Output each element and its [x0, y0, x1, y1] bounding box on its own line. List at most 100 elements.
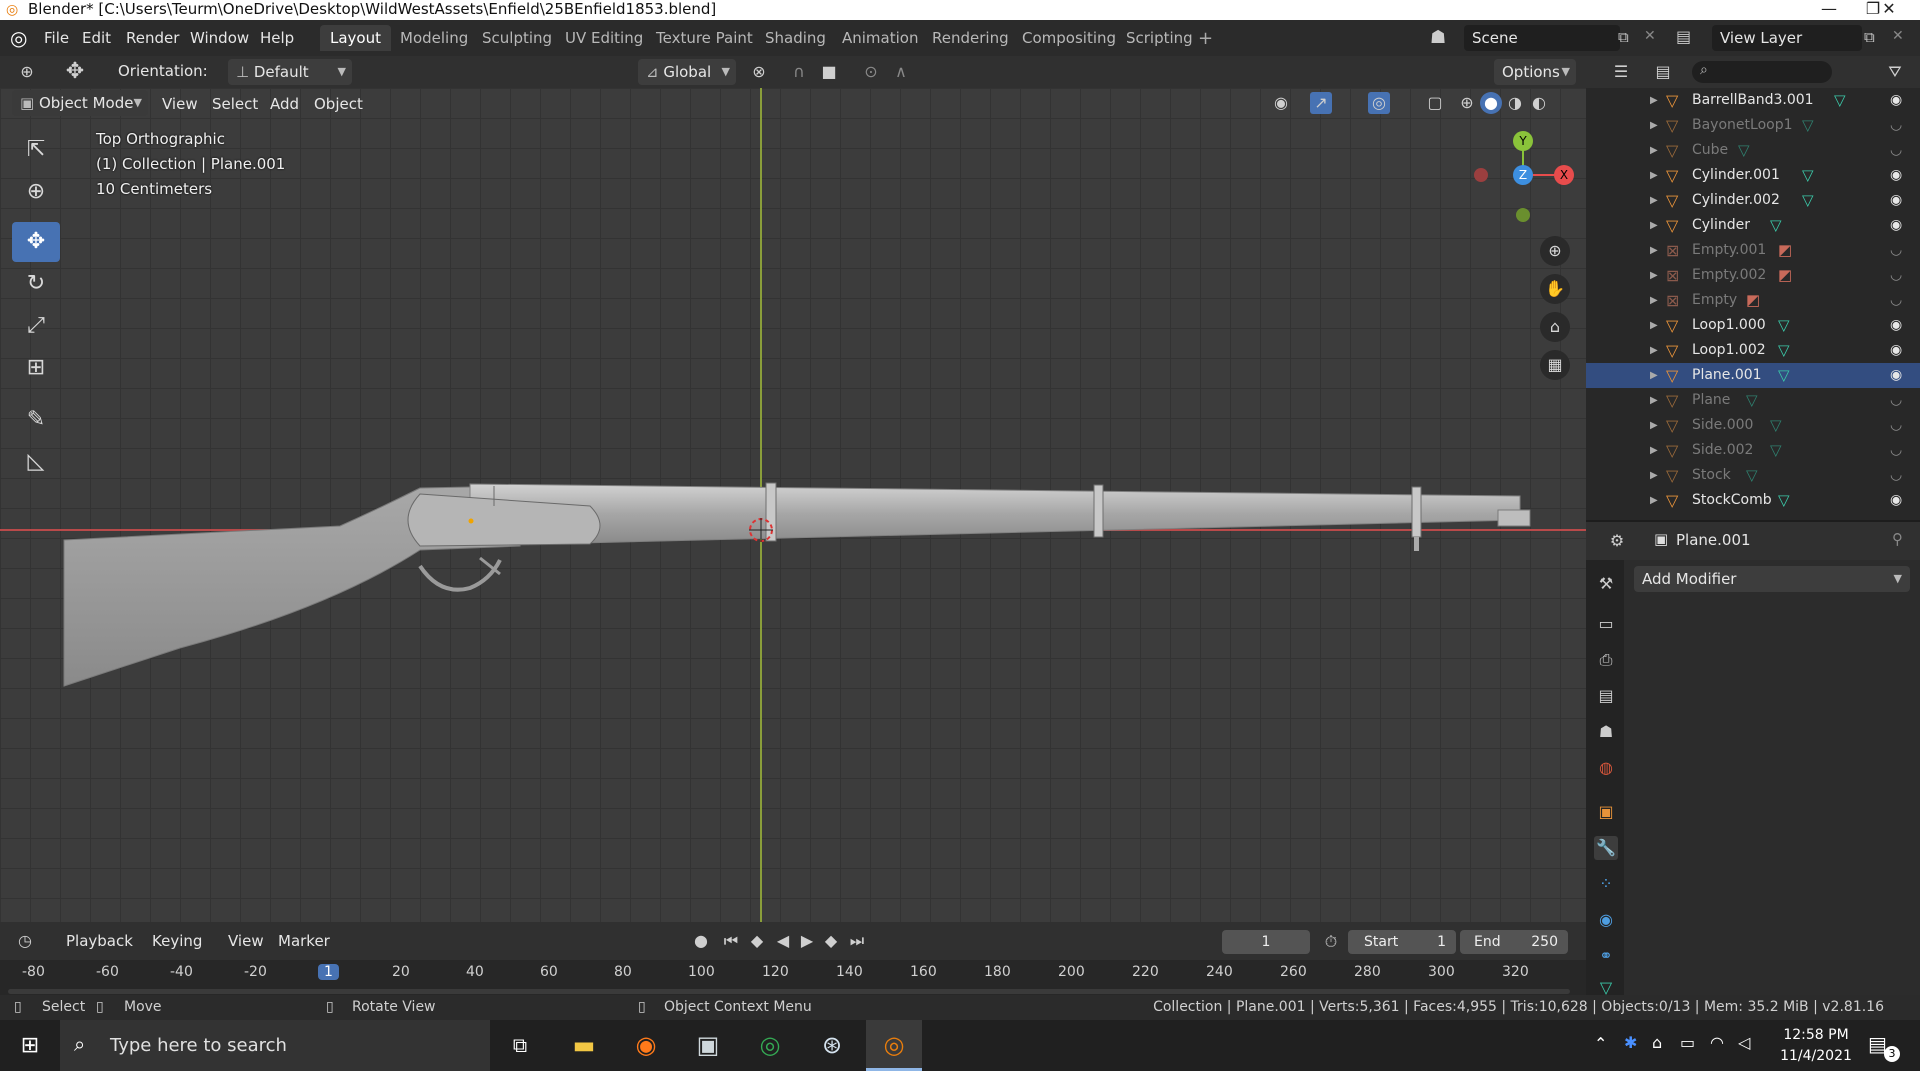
gizmo-y-axis[interactable]: Y [1513, 131, 1533, 151]
add-workspace-icon[interactable]: + [1198, 28, 1213, 49]
outliner-row[interactable]: ▶ ▽ Cube ▽ ◡ [1586, 138, 1920, 163]
camera-view-icon[interactable]: ⌂ [1540, 312, 1570, 342]
firefox-icon[interactable]: ◉ [618, 1020, 674, 1071]
expand-arrow-icon[interactable]: ▶ [1650, 113, 1658, 138]
blender-taskbar-icon[interactable]: ◎ [866, 1020, 922, 1071]
minimize-button[interactable]: — [1806, 0, 1852, 20]
usb-icon[interactable]: ⌂ [1652, 1033, 1662, 1052]
outliner-row[interactable]: ▶ ▽ StockComb ▽ ◉ [1586, 488, 1920, 513]
scene-tab-icon[interactable]: ☗ [1594, 720, 1618, 744]
photos-app-icon[interactable]: ▣ [680, 1020, 736, 1071]
render-tab-icon[interactable]: ▭ [1594, 612, 1618, 636]
outliner-row[interactable]: ▶ ▽ BarrellBand3.001 ▽ ◉ [1586, 88, 1920, 113]
eye-closed-icon[interactable]: ◡ [1890, 113, 1902, 138]
view-layer-tab-icon[interactable]: ▤ [1594, 684, 1618, 708]
editor-type-icon[interactable]: ⊕ [16, 61, 38, 83]
outliner-row[interactable]: ▶ ▽ Plane.001 ▽ ◉ [1586, 363, 1920, 388]
expand-arrow-icon[interactable]: ▶ [1650, 263, 1658, 288]
zoom-icon[interactable]: ⊕ [1540, 236, 1570, 266]
expand-arrow-icon[interactable]: ▶ [1650, 438, 1658, 463]
object-tab-icon[interactable]: ▣ [1594, 800, 1618, 824]
blender-menu-icon[interactable]: ◎ [10, 26, 27, 50]
measure-tool-icon[interactable]: ◺ [12, 442, 60, 482]
pivot-point-icon[interactable]: ⊗ [748, 61, 770, 83]
start-frame-field[interactable]: Start 1 [1348, 930, 1456, 954]
display-mode-icon[interactable]: ▤ [1652, 61, 1674, 83]
scale-tool-icon[interactable]: ⤢ [12, 306, 60, 346]
gizmo-x-axis[interactable]: X [1554, 165, 1574, 185]
expand-arrow-icon[interactable]: ▶ [1650, 163, 1658, 188]
timeline-menu-playback[interactable]: Playback [66, 929, 133, 953]
outliner-row[interactable]: ▶ ▽ BayonetLoop1 ▽ ◡ [1586, 113, 1920, 138]
new-scene-icon[interactable]: ⧉ [1618, 28, 1629, 46]
eye-open-icon[interactable]: ◉ [1890, 88, 1902, 113]
modifier-tab-icon[interactable]: 🔧 [1594, 836, 1618, 860]
expand-arrow-icon[interactable]: ▶ [1650, 338, 1658, 363]
properties-editor-icon[interactable]: ⚙ [1606, 530, 1628, 552]
expand-arrow-icon[interactable]: ▶ [1650, 413, 1658, 438]
select-box-tool-icon[interactable]: ⇱ [12, 130, 60, 170]
add-modifier-dropdown[interactable]: Add Modifier ▼ [1634, 566, 1910, 592]
menu-render[interactable]: Render [126, 26, 179, 50]
eye-open-icon[interactable]: ◉ [1890, 363, 1902, 388]
pin-icon[interactable]: ⚲ [1892, 530, 1903, 548]
3d-viewport[interactable]: ▣ Object Mode ▼ View Select Add Object ◉… [0, 88, 1586, 922]
mesh-data-icon[interactable]: ▽ [1834, 88, 1846, 113]
timeline-scrollbar[interactable] [8, 989, 1570, 994]
tab-shading[interactable]: Shading [755, 25, 836, 51]
expand-arrow-icon[interactable]: ▶ [1650, 88, 1658, 113]
mesh-data-icon[interactable]: ▽ [1738, 138, 1750, 163]
stopwatch-icon[interactable]: ⏱ [1320, 931, 1342, 953]
snap-target-icon[interactable]: ■ [818, 61, 840, 83]
mesh-data-icon[interactable]: ▽ [1802, 163, 1814, 188]
expand-arrow-icon[interactable]: ▶ [1650, 238, 1658, 263]
outliner-row[interactable]: ▶ ▽ Stock ▽ ◡ [1586, 463, 1920, 488]
file-explorer-icon[interactable]: ▬ [556, 1020, 612, 1071]
volume-icon[interactable]: ◁ [1738, 1033, 1750, 1052]
timeline-menu-view[interactable]: View [228, 929, 264, 953]
expand-arrow-icon[interactable]: ▶ [1650, 288, 1658, 313]
taskbar-search-box[interactable]: ⌕ Type here to search [60, 1020, 490, 1071]
timeline-editor-icon[interactable]: ◷ [14, 930, 36, 952]
steam-icon[interactable]: ⊛ [804, 1020, 860, 1071]
new-view-layer-icon[interactable]: ⧉ [1864, 28, 1875, 46]
transform-pivot-icon[interactable]: ✥ [64, 61, 86, 83]
outliner-row[interactable]: ▶ ▽ Loop1.000 ▽ ◉ [1586, 313, 1920, 338]
mesh-data-icon[interactable]: ▽ [1778, 363, 1790, 388]
rotate-tool-icon[interactable]: ↻ [12, 264, 60, 304]
menu-file[interactable]: File [44, 26, 69, 50]
current-frame-field[interactable]: 1 [1222, 930, 1310, 954]
menu-help[interactable]: Help [260, 26, 294, 50]
eye-closed-icon[interactable]: ◡ [1890, 263, 1902, 288]
view-layer-icon[interactable]: ▤ [1676, 27, 1691, 46]
constraints-tab-icon[interactable]: ⚭ [1594, 944, 1618, 968]
expand-arrow-icon[interactable]: ▶ [1650, 363, 1658, 388]
scene-icon[interactable]: ☗ [1430, 27, 1446, 48]
pan-hand-icon[interactable]: ✋ [1540, 274, 1570, 304]
cursor-tool-icon[interactable]: ⊕ [12, 172, 60, 212]
clock-date[interactable]: 11/4/2021 [1776, 1048, 1856, 1064]
proportional-edit-icon[interactable]: ⊙ [860, 61, 882, 83]
navigation-gizmo[interactable]: Y Z X [1470, 128, 1580, 238]
output-tab-icon[interactable]: ⎙ [1594, 648, 1618, 672]
empty-data-icon[interactable]: ◩ [1778, 263, 1792, 288]
record-icon[interactable]: ● [690, 930, 712, 952]
options-dropdown[interactable]: Options ▼ [1494, 59, 1576, 85]
expand-arrow-icon[interactable]: ▶ [1650, 463, 1658, 488]
tab-animation[interactable]: Animation [832, 25, 928, 51]
delete-scene-icon[interactable]: ✕ [1644, 28, 1656, 44]
outliner-row[interactable]: ▶ ▽ Cylinder ▽ ◉ [1586, 213, 1920, 238]
next-keyframe-icon[interactable]: ◆ [820, 930, 842, 952]
tab-scripting[interactable]: Scripting [1116, 25, 1203, 51]
task-view-icon[interactable]: ⧉ [492, 1020, 548, 1071]
transform-tool-icon[interactable]: ⊞ [12, 348, 60, 388]
outliner-row[interactable]: ▶ ⊠ Empty.002 ◩ ◡ [1586, 263, 1920, 288]
eye-open-icon[interactable]: ◉ [1890, 163, 1902, 188]
eye-closed-icon[interactable]: ◡ [1890, 413, 1902, 438]
transform-space-dropdown[interactable]: ⊿ Global ▼ [638, 59, 736, 85]
eye-open-icon[interactable]: ◉ [1890, 313, 1902, 338]
empty-data-icon[interactable]: ◩ [1778, 238, 1792, 263]
menu-edit[interactable]: Edit [82, 26, 111, 50]
eye-closed-icon[interactable]: ◡ [1890, 388, 1902, 413]
tab-rendering[interactable]: Rendering [922, 25, 1019, 51]
